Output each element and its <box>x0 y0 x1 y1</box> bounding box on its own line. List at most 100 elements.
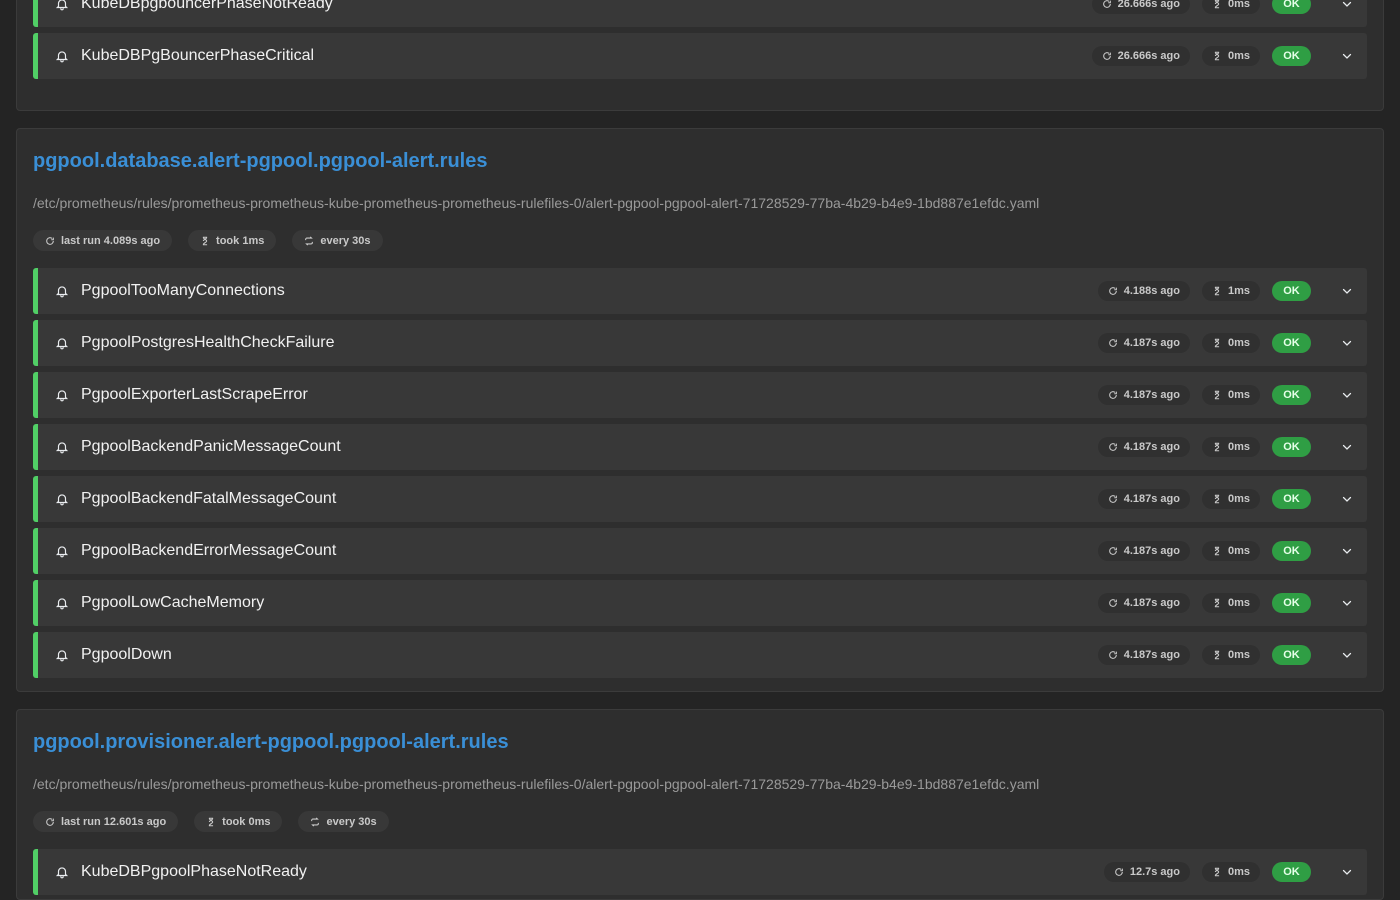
rule-meta: 12.7s ago 0ms OK <box>1103 862 1311 882</box>
chevron-down-icon[interactable] <box>1341 389 1353 401</box>
duration-badge: 0ms <box>1201 862 1260 882</box>
rule-name: PgpoolTooManyConnections <box>81 282 285 299</box>
bell-icon <box>55 867 69 879</box>
group-badges: last run 4.089s ago took 1ms every 30s <box>33 230 383 251</box>
bell-icon <box>55 546 69 558</box>
rule-meta: 4.187s ago 0ms OK <box>1097 385 1311 405</box>
rule-meta: 4.187s ago 0ms OK <box>1097 333 1311 353</box>
health-badge: OK <box>1272 385 1311 405</box>
group-title-link[interactable]: pgpool.provisioner.alert-pgpool.pgpool-a… <box>33 731 509 754</box>
duration-badge: 0ms <box>1201 437 1260 457</box>
chevron-down-icon[interactable] <box>1341 493 1353 505</box>
hourglass-icon <box>1214 0 1220 9</box>
refresh-icon <box>46 817 54 826</box>
rule-row[interactable]: PgpoolBackendErrorMessageCount 4.187s ag… <box>33 528 1367 574</box>
chevron-down-icon[interactable] <box>1341 545 1353 557</box>
last-eval-badge: 4.187s ago <box>1097 593 1190 613</box>
hourglass-icon <box>1214 494 1220 504</box>
health-badge: OK <box>1272 333 1311 353</box>
chevron-down-icon[interactable] <box>1341 337 1353 349</box>
chevron-down-icon[interactable] <box>1341 866 1353 878</box>
rule-meta: 4.187s ago 0ms OK <box>1097 645 1311 665</box>
rule-group-card: KubeDBpgbouncerPhaseNotReady 26.666s ago… <box>16 0 1384 111</box>
hourglass-icon <box>1214 51 1220 61</box>
rule-row[interactable]: PgpoolTooManyConnections 4.188s ago 1ms … <box>33 268 1367 314</box>
hourglass-icon <box>208 817 214 826</box>
group-badges: last run 12.601s ago took 0ms every 30s <box>33 811 389 832</box>
duration-badge: 0ms <box>1201 0 1260 14</box>
refresh-icon <box>1108 599 1117 607</box>
rule-name: KubeDBPgBouncerPhaseCritical <box>81 47 315 64</box>
chevron-down-icon[interactable] <box>1341 441 1353 453</box>
refresh-icon <box>1108 391 1117 399</box>
refresh-icon <box>1108 287 1117 295</box>
hourglass-icon <box>1214 338 1220 348</box>
bell-icon <box>55 338 69 350</box>
refresh-icon <box>1114 868 1123 876</box>
rule-name: KubeDBpgbouncerPhaseNotReady <box>81 0 333 12</box>
rule-row[interactable]: PgpoolExporterLastScrapeError 4.187s ago… <box>33 372 1367 418</box>
rule-meta: 4.187s ago 0ms OK <box>1097 489 1311 509</box>
rule-row[interactable]: PgpoolBackendFatalMessageCount 4.187s ag… <box>33 476 1367 522</box>
rule-meta: 4.187s ago 0ms OK <box>1097 437 1311 457</box>
duration-badge: 1ms <box>1201 281 1260 301</box>
group-title-link[interactable]: pgpool.database.alert-pgpool.pgpool-aler… <box>33 150 487 173</box>
rule-name: PgpoolLowCacheMemory <box>81 594 265 611</box>
duration-badge: 0ms <box>1201 645 1260 665</box>
health-badge: OK <box>1272 281 1311 301</box>
refresh-icon <box>1108 651 1117 659</box>
bell-icon <box>55 598 69 610</box>
bell-icon <box>55 0 69 11</box>
interval-badge: every 30s <box>292 230 383 251</box>
chevron-down-icon[interactable] <box>1341 649 1353 661</box>
rule-row[interactable]: PgpoolBackendPanicMessageCount 4.187s ag… <box>33 424 1367 470</box>
rule-row[interactable]: KubeDBpgbouncerPhaseNotReady 26.666s ago… <box>33 0 1367 27</box>
rule-row[interactable]: KubeDBPgpoolPhaseNotReady 12.7s ago 0ms … <box>33 849 1367 895</box>
last-eval-badge: 4.187s ago <box>1097 541 1190 561</box>
duration-badge: 0ms <box>1201 385 1260 405</box>
health-badge: OK <box>1272 489 1311 509</box>
chevron-down-icon[interactable] <box>1341 285 1353 297</box>
rule-row[interactable]: PgpoolPostgresHealthCheckFailure 4.187s … <box>33 320 1367 366</box>
last-eval-badge: 12.7s ago <box>1103 862 1190 882</box>
group-file-path: /etc/prometheus/rules/prometheus-prometh… <box>33 776 1040 792</box>
interval-badge: every 30s <box>298 811 389 832</box>
rule-group-card: pgpool.database.alert-pgpool.pgpool-aler… <box>16 128 1384 692</box>
rule-row[interactable]: PgpoolDown 4.187s ago 0ms OK <box>33 632 1367 678</box>
chevron-down-icon[interactable] <box>1341 0 1353 10</box>
chevron-down-icon[interactable] <box>1341 597 1353 609</box>
refresh-icon <box>1108 495 1117 503</box>
rule-name: PgpoolDown <box>81 646 172 663</box>
rule-row[interactable]: KubeDBPgBouncerPhaseCritical 26.666s ago… <box>33 33 1367 79</box>
health-badge: OK <box>1272 862 1311 882</box>
last-eval-badge: 4.187s ago <box>1097 437 1190 457</box>
last-eval-badge: 26.666s ago <box>1091 0 1190 14</box>
refresh-icon <box>1108 547 1117 555</box>
refresh-icon <box>1102 0 1111 8</box>
hourglass-icon <box>202 236 208 245</box>
bell-icon <box>55 390 69 402</box>
repeat-icon <box>311 816 320 827</box>
rule-name: PgpoolPostgresHealthCheckFailure <box>81 334 335 351</box>
last-run-badge: last run 12.601s ago <box>33 811 179 832</box>
bell-icon <box>55 650 69 662</box>
took-badge: took 0ms <box>194 811 283 832</box>
health-badge: OK <box>1272 0 1311 14</box>
rule-name: PgpoolBackendPanicMessageCount <box>81 438 341 455</box>
refresh-icon <box>1102 52 1111 60</box>
last-eval-badge: 4.187s ago <box>1097 489 1190 509</box>
group-file-path: /etc/prometheus/rules/prometheus-prometh… <box>33 195 1040 211</box>
duration-badge: 0ms <box>1201 46 1260 66</box>
hourglass-icon <box>1214 598 1220 608</box>
rule-name: PgpoolBackendErrorMessageCount <box>81 542 337 559</box>
bell-icon <box>55 51 69 63</box>
rule-row[interactable]: PgpoolLowCacheMemory 4.187s ago 0ms OK <box>33 580 1367 626</box>
refresh-icon <box>1108 443 1117 451</box>
rule-meta: 4.188s ago 1ms OK <box>1097 281 1311 301</box>
rule-group-card: pgpool.provisioner.alert-pgpool.pgpool-a… <box>16 709 1384 900</box>
last-eval-badge: 26.666s ago <box>1091 46 1190 66</box>
refresh-icon <box>1108 339 1117 347</box>
hourglass-icon <box>1214 546 1220 556</box>
rule-meta: 4.187s ago 0ms OK <box>1097 593 1311 613</box>
chevron-down-icon[interactable] <box>1341 50 1353 62</box>
